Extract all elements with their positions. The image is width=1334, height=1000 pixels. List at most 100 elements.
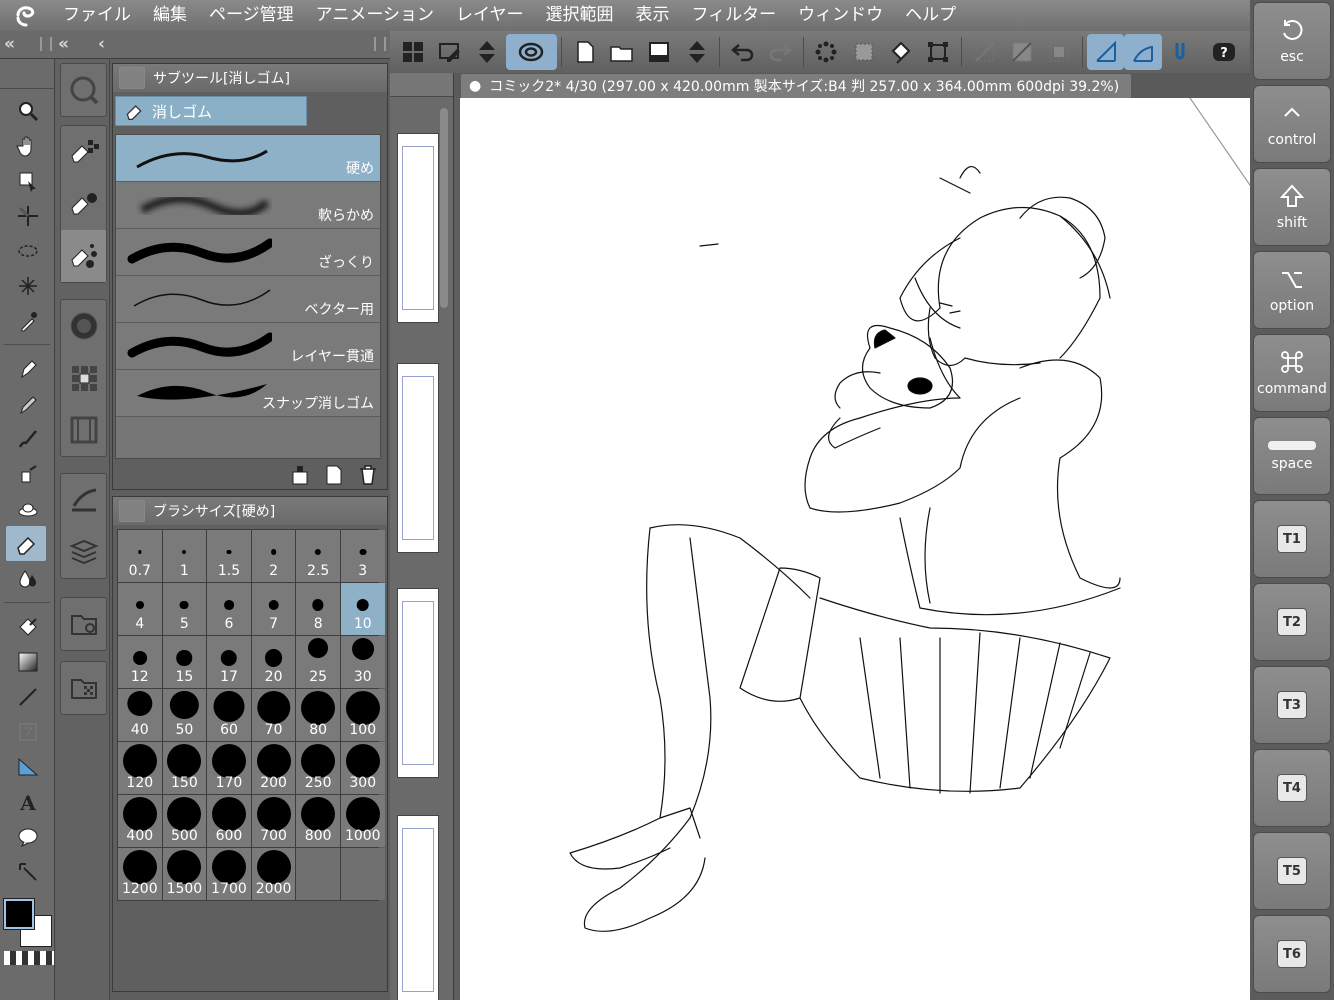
brush-size-cell[interactable]: 800 [296, 795, 340, 847]
chevron-left-icon[interactable]: ‹ [98, 34, 105, 54]
subtool-item-snap-eraser[interactable]: スナップ消しゴム [116, 370, 380, 417]
brush-size-cell[interactable]: 120 [118, 742, 162, 794]
brush-size-cell[interactable]: 170 [207, 742, 251, 794]
brush-size-cell[interactable]: 25 [296, 636, 340, 688]
brush-size-cell[interactable]: 200 [251, 742, 296, 794]
brush-size-cell[interactable]: 60 [207, 689, 251, 741]
settings-gear-icon[interactable] [119, 500, 145, 522]
operation-tool-icon[interactable] [0, 163, 55, 198]
brush-size-cell[interactable]: 50 [162, 689, 207, 741]
brush-size-cell[interactable]: 7 [251, 583, 296, 635]
special-ruler-snap-icon[interactable] [1124, 34, 1162, 70]
menu-view[interactable]: 表示 [625, 0, 681, 31]
main-color-swatch[interactable] [3, 898, 35, 930]
redo-icon[interactable] [762, 34, 799, 70]
grip-handle[interactable] [40, 37, 52, 51]
brush-size-cell[interactable]: 1700 [207, 848, 251, 900]
brush-size-cell[interactable]: 2000 [251, 848, 296, 900]
brush-size-panel-icon[interactable] [61, 230, 106, 282]
up-down-arrows-icon[interactable] [469, 34, 506, 70]
page-thumbnail[interactable] [397, 815, 439, 1000]
zoom-tool-icon[interactable] [0, 93, 55, 128]
menu-animation[interactable]: アニメーション [305, 0, 445, 31]
correct-line-icon[interactable] [0, 854, 55, 889]
eyedropper-icon[interactable] [0, 303, 55, 338]
brush-size-cell[interactable]: 2 [251, 530, 296, 582]
brush-size-cell[interactable]: 1.5 [207, 530, 251, 582]
collapse-mid-icon[interactable]: « [58, 34, 69, 54]
fill-tool-icon[interactable] [0, 609, 55, 644]
ruler-tool-icon[interactable] [0, 749, 55, 784]
trash-icon[interactable] [357, 464, 379, 486]
brush-size-cell[interactable]: 12 [118, 636, 162, 688]
brush-tool-icon[interactable] [0, 421, 55, 456]
brush-size-cell[interactable]: 40 [118, 689, 162, 741]
lasso-tool-icon[interactable] [0, 233, 55, 268]
page-thumbnail[interactable] [397, 588, 439, 778]
t6-key[interactable]: T6 [1253, 915, 1331, 993]
grid-snap-icon[interactable] [1162, 34, 1199, 70]
timeline-icon[interactable] [61, 404, 106, 456]
material-folder-icon[interactable] [61, 598, 106, 650]
transparent-color-swatch[interactable] [4, 951, 54, 965]
brush-size-cell[interactable]: 2.5 [296, 530, 340, 582]
brush-size-cell[interactable]: 1000 [340, 795, 385, 847]
blend-tool-icon[interactable] [0, 561, 55, 596]
decoration-tool-icon[interactable] [0, 491, 55, 526]
control-key[interactable]: control [1253, 85, 1331, 163]
navigator-icon[interactable] [61, 64, 106, 116]
brush-size-cell[interactable]: 4 [118, 583, 162, 635]
brush-size-cell[interactable]: 70 [251, 689, 296, 741]
undo-icon[interactable] [724, 34, 761, 70]
subtool-panel-icon[interactable] [61, 126, 106, 178]
layer-panel-icon[interactable] [61, 526, 106, 578]
new-file-icon[interactable] [566, 34, 603, 70]
brush-size-cell[interactable]: 80 [296, 689, 340, 741]
menu-edit[interactable]: 編集 [142, 0, 198, 31]
tool-property-icon[interactable] [61, 178, 106, 230]
brush-size-cell[interactable]: 1500 [162, 848, 207, 900]
brush-size-cell[interactable]: 10 [340, 583, 385, 635]
page-thumbnail[interactable] [397, 133, 439, 323]
up-down-arrows-icon-2[interactable] [678, 34, 715, 70]
dots-icon[interactable] [808, 34, 845, 70]
subtool-item-hard[interactable]: 硬め [116, 135, 380, 182]
brush-size-cell[interactable]: 5 [162, 583, 207, 635]
app-logo-icon[interactable] [0, 0, 52, 31]
brush-size-cell[interactable]: 0.7 [118, 530, 162, 582]
brush-size-cell[interactable]: 17 [207, 636, 251, 688]
menu-help[interactable]: ヘルプ [894, 0, 967, 31]
frame-border-icon[interactable] [0, 714, 55, 749]
grid-menu-icon[interactable] [394, 34, 431, 70]
gradient-tool-icon[interactable] [0, 644, 55, 679]
brush-size-cell[interactable]: 150 [162, 742, 207, 794]
ruler-snap-icon[interactable] [1086, 34, 1125, 70]
spiral-icon[interactable] [505, 34, 557, 70]
subtool-item-rough[interactable]: ざっくり [116, 229, 380, 276]
brush-size-cell[interactable]: 20 [251, 636, 296, 688]
page-thumbnail[interactable] [397, 363, 439, 553]
brush-size-cell[interactable]: 250 [296, 742, 340, 794]
pen-tool-icon[interactable] [0, 351, 55, 386]
brush-size-cell[interactable]: 15 [162, 636, 207, 688]
brush-size-cell[interactable]: 100 [340, 689, 385, 741]
hand-tool-icon[interactable] [0, 128, 55, 163]
color-set-icon[interactable] [61, 352, 106, 404]
subtool-item-vector[interactable]: ベクター用 [116, 276, 380, 323]
t2-key[interactable]: T2 [1253, 583, 1331, 661]
brush-size-cell[interactable]: 700 [251, 795, 296, 847]
option-key[interactable]: option [1253, 251, 1331, 329]
menu-window[interactable]: ウィンドウ [787, 0, 894, 31]
brush-size-cell[interactable]: 500 [162, 795, 207, 847]
menu-filter[interactable]: フィルター [681, 0, 788, 31]
brush-size-cell[interactable]: 30 [340, 636, 385, 688]
brush-size-cell[interactable]: 600 [207, 795, 251, 847]
save-icon[interactable] [641, 34, 678, 70]
document-tab[interactable]: ● コミック2* 4/30 (297.00 x 420.00mm 製本サイズ:B… [461, 74, 1132, 98]
pen-nib-icon[interactable] [119, 67, 145, 89]
text-tool-icon[interactable]: A [0, 784, 55, 819]
balloon-tool-icon[interactable] [0, 819, 55, 854]
drawing-canvas[interactable] [460, 98, 1252, 1000]
layer-property-icon[interactable] [61, 474, 106, 526]
airbrush-tool-icon[interactable] [0, 456, 55, 491]
